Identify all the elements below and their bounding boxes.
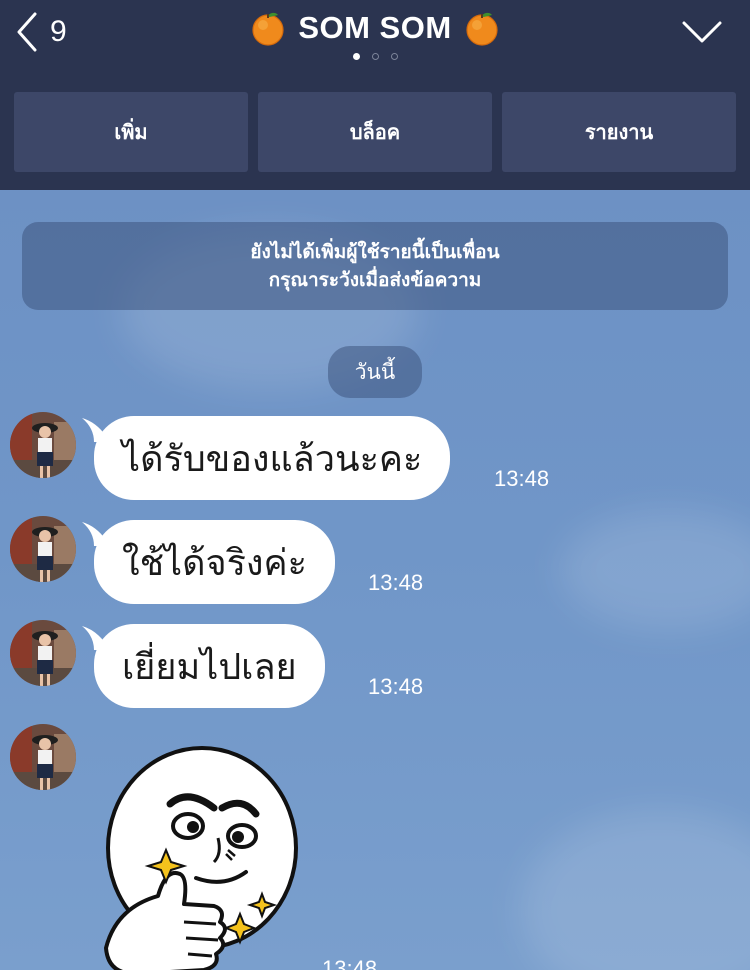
chat-area[interactable]: ยังไม่ได้เพิ่มผู้ใช้รายนี้เป็นเพื่อน กรุ… — [0, 190, 750, 970]
message-bubble[interactable]: เยี่ยมไปเลย — [94, 624, 325, 708]
message-time: 13:48 — [322, 956, 378, 970]
message-time: 13:48 — [368, 570, 424, 595]
background-cloud — [520, 810, 750, 970]
avatar[interactable] — [10, 620, 76, 686]
tangerine-icon — [252, 12, 284, 46]
back-button[interactable]: 9 — [16, 10, 67, 54]
not-friend-notice: ยังไม่ได้เพิ่มผู้ใช้รายนี้เป็นเพื่อน กรุ… — [22, 222, 728, 310]
message-time: 13:48 — [494, 466, 550, 491]
page-dot — [371, 53, 379, 60]
chevron-left-icon — [17, 12, 37, 52]
thumbs-up-moon-sticker[interactable] — [96, 738, 306, 970]
date-separator: วันนี้ — [328, 346, 422, 398]
message-text: เยี่ยมไปเลย — [122, 646, 297, 688]
notice-line: ยังไม่ได้เพิ่มผู้ใช้รายนี้เป็นเพื่อน — [250, 241, 500, 263]
message-bubble[interactable]: ได้รับของแล้วนะคะ — [94, 416, 451, 500]
page-indicator — [0, 53, 750, 60]
page-dot — [390, 53, 398, 60]
add-friend-button[interactable]: เพิ่ม — [14, 92, 248, 172]
chevron-down-icon[interactable] — [682, 20, 722, 44]
notice-line: กรุณาระวังเมื่อส่งข้อความ — [268, 269, 482, 291]
message-text: ได้รับของแล้วนะคะ — [122, 438, 423, 480]
chat-title[interactable]: SOM SOM — [150, 6, 600, 50]
page-dot — [352, 53, 360, 60]
background-cloud — [560, 510, 750, 630]
avatar[interactable] — [10, 412, 76, 478]
message-bubble[interactable]: ใช้ได้จริงค่ะ — [94, 520, 335, 604]
tangerine-icon — [466, 12, 498, 46]
chat-header: 9 SOM SOM เพิ่ม บล็อค รายงาน — [0, 0, 750, 190]
report-button[interactable]: รายงาน — [502, 92, 736, 172]
action-bar: เพิ่ม บล็อค รายงาน — [14, 92, 736, 172]
block-button[interactable]: บล็อค — [258, 92, 492, 172]
message-text: ใช้ได้จริงค่ะ — [122, 542, 307, 584]
avatar[interactable] — [10, 724, 76, 790]
unread-count: 9 — [50, 15, 67, 48]
avatar[interactable] — [10, 516, 76, 582]
message-time: 13:48 — [368, 674, 424, 699]
contact-name: SOM SOM — [298, 10, 452, 45]
